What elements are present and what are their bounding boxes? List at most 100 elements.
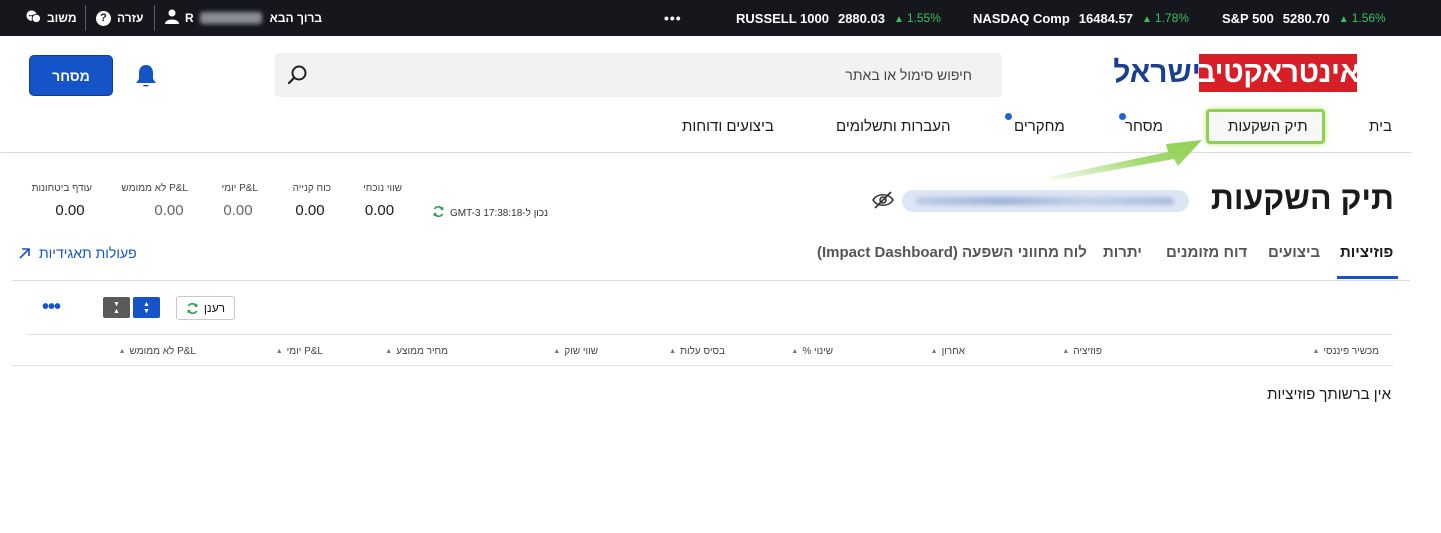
sort-icon: ▲: [275, 348, 283, 355]
column-header-position[interactable]: פוזיציה ▲: [1062, 346, 1102, 357]
stat-value: 0.00: [154, 202, 184, 219]
column-header-last[interactable]: אחרון ▲: [931, 346, 965, 357]
stat-label: שווי נוכחי: [363, 183, 402, 194]
ticker-name: RUSSELL 1000: [736, 10, 829, 26]
sort-icon: ▲: [118, 348, 126, 355]
nav-item-performance-reports[interactable]: ביצועים ודוחות: [682, 112, 774, 140]
tab-impact-dashboard[interactable]: לוח מחווני השפעה (Impact Dashboard): [817, 244, 1087, 261]
logo-blue-text: ישראל: [1113, 56, 1201, 89]
sort-icon: ▲: [1062, 348, 1070, 355]
as-of-text: נכון ל-17:38:18 GMT-3: [450, 207, 549, 219]
page-title: תיק השקעות: [1210, 180, 1394, 216]
stat-label: כוח קנייה: [292, 183, 331, 194]
expand-all-button[interactable]: ▲ ▼: [133, 297, 160, 318]
nav-item-home[interactable]: בית: [1369, 112, 1392, 140]
collapse-all-button[interactable]: ▼ ▲: [103, 297, 130, 318]
user-name-redacted: [199, 12, 262, 24]
stat-daily-pnl: P&L יומי 0.00: [218, 183, 258, 219]
chevron-up-icon: ▲: [143, 300, 150, 308]
column-header-daily-pnl[interactable]: P&L יומי ▲: [276, 346, 323, 357]
nav-item-transfers[interactable]: העברות ותשלומים: [836, 112, 950, 140]
tab-cash-report[interactable]: דוח מזומנים: [1166, 244, 1247, 261]
divider: [154, 5, 155, 31]
feedback-link[interactable]: משוב: [26, 0, 77, 36]
column-label: שינוי %: [802, 346, 833, 357]
more-options-icon[interactable]: •••: [42, 297, 61, 317]
corporate-actions-link[interactable]: פעולות תאגידיות: [18, 245, 137, 261]
nav-item-research[interactable]: מחקרים: [1014, 112, 1065, 140]
nav-notification-dot: [1119, 113, 1126, 120]
sort-icon: ▲: [791, 348, 799, 355]
stat-label: P&L לא ממומש: [121, 183, 188, 194]
column-header-cost-basis[interactable]: בסיס עלות ▲: [669, 346, 725, 357]
search-input[interactable]: [322, 53, 1002, 97]
help-icon: ?: [96, 10, 111, 26]
chevron-up-icon: ▲: [113, 307, 120, 315]
tabs-divider: [12, 280, 1410, 281]
more-tickers-button[interactable]: •••: [664, 0, 682, 36]
table-header-top-border: [27, 334, 1393, 335]
ticker-name: S&P 500: [1222, 10, 1274, 26]
sort-icon: ▲: [385, 348, 393, 355]
refresh-button[interactable]: רענן: [176, 296, 235, 320]
up-arrow-icon: ▲: [1338, 14, 1349, 25]
column-header-instrument[interactable]: מכשיר פיננסי ▲: [1312, 346, 1379, 357]
help-link[interactable]: ? עזרה: [96, 0, 143, 36]
feedback-icon: [26, 9, 41, 27]
tab-balances[interactable]: יתרות: [1103, 244, 1142, 261]
active-tab-indicator: [1337, 276, 1398, 279]
ticker-nasdaq[interactable]: NASDAQ Comp 16484.57 ▲ 1.78%: [973, 0, 1189, 36]
brand-logo[interactable]: אינטראקטיב ישראל: [1113, 54, 1360, 92]
sort-icon: ▲: [930, 348, 938, 355]
column-label: P&L יומי: [286, 346, 323, 357]
divider: [85, 5, 86, 31]
feedback-label: משוב: [47, 11, 77, 25]
stat-value: 0.00: [295, 202, 325, 219]
ticker-change: ▲ 1.55%: [894, 11, 941, 25]
stat-current-value: שווי נוכחי 0.00: [357, 183, 402, 219]
stat-label: עודף ביטחונות: [31, 183, 92, 194]
ticker-change-value: 1.55%: [906, 11, 941, 25]
account-selector[interactable]: [902, 190, 1189, 212]
stat-excess-liquidity: עודף ביטחונות 0.00: [26, 183, 92, 219]
up-arrow-icon: ▲: [893, 14, 904, 25]
stat-unrealized-pnl: P&L לא ממומש 0.00: [120, 183, 188, 219]
column-label: P&L לא ממומש: [129, 346, 196, 357]
stat-value: 0.00: [55, 202, 85, 219]
logo-red-text: אינטראקטיב: [1196, 54, 1360, 92]
ticker-value: 5280.70: [1282, 10, 1330, 26]
tab-performance[interactable]: ביצועים: [1268, 244, 1320, 261]
column-header-change-pct[interactable]: שינוי % ▲: [791, 346, 833, 357]
column-header-avg-price[interactable]: מחיר ממוצע ▲: [385, 346, 448, 357]
trade-button[interactable]: מסחר: [30, 56, 112, 95]
ticker-russell[interactable]: RUSSELL 1000 2880.03 ▲ 1.55%: [736, 0, 941, 36]
stat-buying-power: כוח קנייה 0.00: [289, 183, 331, 219]
ticker-value: 16484.57: [1078, 10, 1134, 26]
nav-notification-dot: [1005, 113, 1012, 120]
tab-positions[interactable]: פוזיציות: [1340, 244, 1393, 261]
ticker-change: ▲ 1.78%: [1142, 11, 1189, 25]
search-icon[interactable]: [287, 64, 309, 86]
external-arrow-icon: [19, 247, 30, 259]
stat-value: 0.00: [223, 202, 253, 219]
ticker-value: 2880.03: [837, 10, 885, 26]
hide-values-eye-icon[interactable]: [872, 190, 894, 210]
user-initial: R: [185, 11, 194, 25]
help-label: עזרה: [117, 11, 144, 25]
ticker-change-value: 1.78%: [1154, 11, 1189, 25]
user-menu[interactable]: R ברוך הבא: [165, 0, 322, 36]
greeting-label: ברוך הבא: [269, 11, 323, 25]
search-bar: [275, 53, 1002, 97]
column-label: אחרון: [941, 346, 965, 357]
notifications-bell-icon[interactable]: [133, 63, 159, 89]
column-header-market-value[interactable]: שווי שוק ▲: [553, 346, 598, 357]
ticker-sp500[interactable]: S&P 500 5280.70 ▲ 1.56%: [1222, 0, 1386, 36]
nav-item-trade[interactable]: מסחר: [1125, 112, 1163, 140]
column-header-unrealized-pnl[interactable]: P&L לא ממומש ▲: [119, 346, 196, 357]
column-label: מכשיר פיננסי: [1323, 346, 1379, 357]
stat-value: 0.00: [364, 202, 395, 219]
ticker-change: ▲ 1.56%: [1339, 11, 1386, 25]
refresh-icon[interactable]: [432, 205, 445, 221]
account-id-redacted: [916, 197, 1174, 205]
nav-item-portfolio[interactable]: תיק השקעות: [1228, 112, 1308, 140]
